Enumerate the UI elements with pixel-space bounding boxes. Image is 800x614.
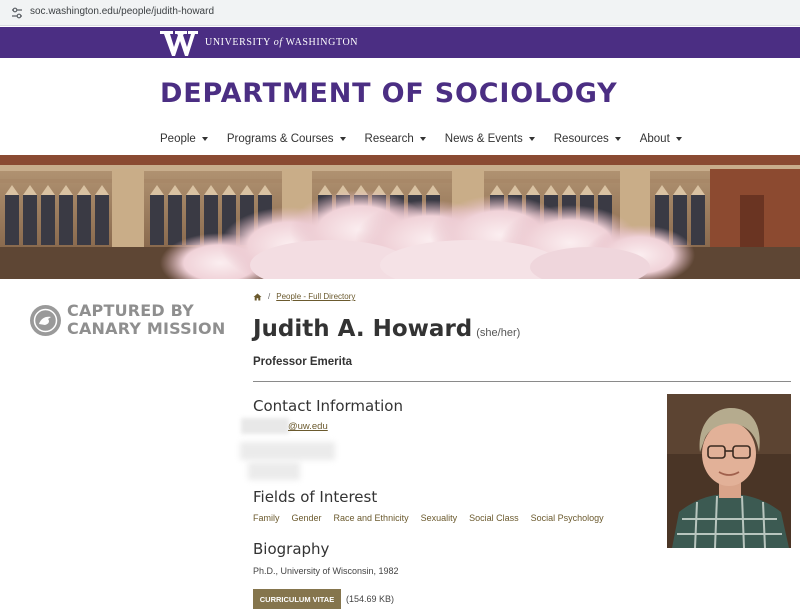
biography-heading: Biography bbox=[253, 540, 330, 558]
profile-name: Judith A. Howard bbox=[253, 316, 473, 342]
profile-photo bbox=[667, 394, 791, 548]
site-settings-icon[interactable] bbox=[10, 6, 24, 20]
chevron-down-icon bbox=[675, 137, 682, 141]
fields-heading: Fields of Interest bbox=[253, 488, 378, 506]
field-link[interactable]: Social Class bbox=[469, 513, 519, 523]
home-icon[interactable] bbox=[253, 293, 262, 301]
email-link[interactable]: @uw.edu bbox=[288, 421, 328, 432]
canary-bird-icon bbox=[30, 304, 61, 336]
hero-illustration bbox=[0, 155, 800, 279]
biography-text: Ph.D., University of Wisconsin, 1982 bbox=[253, 566, 399, 576]
nav-about[interactable]: About bbox=[640, 133, 682, 145]
field-link[interactable]: Social Psychology bbox=[531, 513, 604, 523]
redacted-email-prefix bbox=[241, 418, 289, 434]
nav-resources[interactable]: Resources bbox=[554, 133, 621, 145]
cv-file-size: (154.69 KB) bbox=[346, 594, 395, 604]
chevron-down-icon bbox=[201, 137, 208, 141]
field-link[interactable]: Sexuality bbox=[421, 513, 458, 523]
curriculum-vitae-button[interactable]: CURRICULUM VITAE bbox=[253, 589, 341, 609]
field-link[interactable]: Gender bbox=[292, 513, 322, 523]
redacted-contact-line-1 bbox=[240, 442, 335, 460]
nav-about-label: About bbox=[639, 133, 670, 145]
chevron-down-icon bbox=[528, 137, 535, 141]
fields-of-interest-list: Family Gender Race and Ethnicity Sexuali… bbox=[253, 513, 604, 523]
nav-news-events[interactable]: News & Events bbox=[445, 133, 535, 145]
canary-mission-watermark: CAPTURED BY CANARY MISSION bbox=[30, 302, 225, 338]
profile-name-heading: Judith A. Howard (she/her) bbox=[253, 316, 520, 342]
profile-pronouns: (she/her) bbox=[476, 327, 521, 339]
nav-people-label: People bbox=[160, 133, 196, 145]
chevron-down-icon bbox=[339, 137, 346, 141]
divider bbox=[253, 381, 791, 382]
redacted-contact-line-2 bbox=[248, 462, 300, 480]
breadcrumb-separator: / bbox=[268, 292, 271, 301]
uw-wordmark[interactable]: UNIVERSITY of WASHINGTON bbox=[205, 37, 358, 48]
nav-resources-label: Resources bbox=[553, 133, 609, 145]
contact-heading: Contact Information bbox=[253, 397, 403, 415]
nav-research-label: Research bbox=[364, 133, 414, 145]
watermark-line-2: CANARY MISSION bbox=[67, 319, 226, 338]
uw-name-of: of bbox=[273, 37, 283, 48]
nav-people[interactable]: People bbox=[160, 133, 208, 145]
uw-header-band: UNIVERSITY of WASHINGTON bbox=[0, 27, 800, 58]
nav-programs-courses[interactable]: Programs & Courses bbox=[227, 133, 346, 145]
chevron-down-icon bbox=[614, 137, 621, 141]
department-title[interactable]: DEPARTMENT OF SOCIOLOGY bbox=[160, 78, 618, 109]
hero-banner-image bbox=[0, 155, 800, 279]
uw-name-2: WASHINGTON bbox=[282, 37, 359, 48]
uw-w-logo[interactable] bbox=[160, 29, 198, 57]
nav-news-label: News & Events bbox=[444, 133, 523, 145]
field-link[interactable]: Family bbox=[253, 513, 280, 523]
watermark-line-1: CAPTURED BY bbox=[67, 301, 194, 320]
field-link[interactable]: Race and Ethnicity bbox=[334, 513, 409, 523]
browser-address-bar[interactable]: soc.washington.edu/people/judith-howard bbox=[0, 0, 800, 26]
breadcrumb: / People - Full Directory bbox=[253, 292, 355, 301]
nav-research[interactable]: Research bbox=[365, 133, 426, 145]
chevron-down-icon bbox=[419, 137, 426, 141]
profile-title: Professor Emerita bbox=[253, 356, 353, 368]
portrait-illustration bbox=[667, 394, 791, 548]
nav-programs-label: Programs & Courses bbox=[226, 133, 334, 145]
main-nav: People Programs & Courses Research News … bbox=[160, 133, 682, 145]
breadcrumb-link-people[interactable]: People - Full Directory bbox=[276, 292, 355, 301]
url-text[interactable]: soc.washington.edu/people/judith-howard bbox=[30, 6, 214, 17]
uw-name-1: UNIVERSITY bbox=[205, 37, 274, 48]
